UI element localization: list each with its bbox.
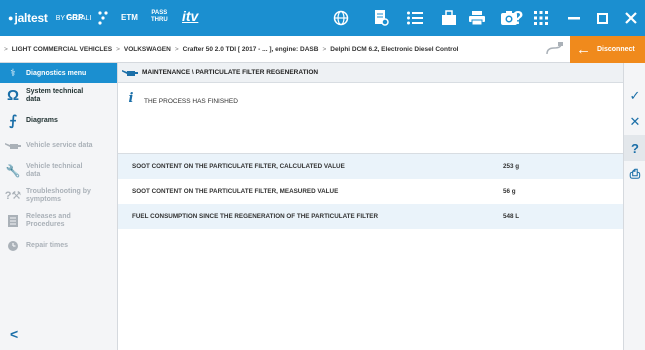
document-icon [0,214,26,227]
sidebar-header[interactable]: ⚕ Diagnostics menu [0,63,117,83]
cross-icon: ✕ [629,114,641,129]
jaltest-logo: ● jaltest [0,11,48,25]
page-title: MAINTENANCE \ PARTICULATE FILTER REGENER… [142,69,319,76]
thru-label: THRU [151,17,168,23]
print-report-button[interactable]: ⎙ [624,161,645,187]
list-icon[interactable] [404,8,426,28]
arrow-left-icon: ← [576,41,591,58]
pass-thru-button[interactable]: PASS THRU [151,10,168,24]
sidebar-item-vehicle-technical-data[interactable]: 🔧 Vehicle technical data [0,158,117,183]
sidebar-item-label: Vehicle service data [26,141,93,149]
maximize-button[interactable] [588,0,616,36]
breadcrumb-system[interactable]: Delphi DCM 6.2, Electronic Diesel Contro… [330,46,458,53]
sidebar-item-label: symptoms [26,195,62,203]
oil-can-icon [118,68,142,77]
breadcrumb-separator: > [116,45,120,53]
sidebar-item-diagrams[interactable]: ⨍ Diagrams [0,108,117,133]
breadcrumb-separator: > [4,45,8,53]
info-icon: i [128,91,134,106]
omega-icon: Ω [6,87,20,104]
sidebar-item-label: data [26,170,41,178]
sidebar-item-vehicle-service-data[interactable]: Vehicle service data [0,133,117,158]
sidebar-item-label: System technical [26,87,84,95]
sidebar-header-label: Diagnostics menu [26,69,87,77]
help-icon: ? [631,140,639,156]
logo-dot-icon: ● [8,13,14,23]
panel-header: MAINTENANCE \ PARTICULATE FILTER REGENER… [118,63,623,83]
top-toolbar: ● jaltest BY COJALI GRP ETM PASS THRU it… [0,0,645,36]
help-icon[interactable]: ? [512,8,524,28]
connection-dots-icon[interactable] [96,10,110,26]
apps-grid-icon[interactable] [524,0,558,36]
close-button[interactable] [617,0,645,36]
parameter-name: SOOT CONTENT ON THE PARTICULATE FILTER, … [132,188,339,195]
disconnect-label: Disconnect [597,46,635,53]
parameter-value: 56 g [503,188,516,195]
minimize-button[interactable] [560,0,588,36]
diagram-icon: ⨍ [9,112,17,128]
sidebar-item-label: data [26,95,41,103]
troubleshoot-icon: ?⚒ [4,190,22,202]
sidebar-item-label: Procedures [26,220,65,228]
sidebar-item-label: Vehicle technical [26,162,83,170]
printer-icon[interactable] [466,8,488,28]
oil-can-icon [0,141,26,150]
table-row: FUEL CONSUMPTION SINCE THE REGENERATION … [118,204,623,229]
itv-button[interactable]: itv [182,8,198,24]
clipboard-icon[interactable] [438,8,460,28]
cable-connection-icon [546,42,563,55]
document-search-icon[interactable] [370,8,392,28]
cancel-button[interactable]: ✕ [624,109,645,135]
globe-icon[interactable] [330,8,352,28]
sidebar-item-troubleshooting[interactable]: ?⚒ Troubleshooting by symptoms [0,183,117,208]
action-bar: ✓ ✕ ? ⎙ [623,63,645,350]
brand-name: jaltest [14,11,48,25]
grp-button[interactable]: GRP [66,13,83,22]
status-message: i THE PROCESS HAS FINISHED [118,83,623,153]
breadcrumb-vehicle-type[interactable]: LIGHT COMMERCIAL VEHICLES [12,46,112,53]
help-button[interactable]: ? [624,135,645,161]
sidebar-item-system-technical-data[interactable]: Ω System technical data [0,83,117,108]
parameter-value: 253 g [503,163,520,170]
sidebar-item-label: Troubleshooting by [26,187,91,195]
status-message-text: THE PROCESS HAS FINISHED [144,98,238,105]
parameter-name: FUEL CONSUMPTION SINCE THE REGENERATION … [132,213,379,220]
collapse-sidebar-icon[interactable]: < [10,326,18,342]
parameter-name: SOOT CONTENT ON THE PARTICULATE FILTER, … [132,163,345,170]
pass-label: PASS [151,10,168,16]
results-table: SOOT CONTENT ON THE PARTICULATE FILTER, … [118,153,623,229]
sidebar-item-label: Repair times [26,241,69,249]
clock-gear-icon [0,240,26,252]
print-icon: ⎙ [629,166,641,181]
sidebar: ⚕ Diagnostics menu Ω System technical dat… [0,63,118,350]
disconnect-button[interactable]: ← Disconnect [570,36,645,63]
diagnostics-icon: ⚕ [10,67,16,79]
parameter-value: 548 L [503,213,520,220]
breadcrumb-separator: > [174,45,179,53]
wrench-icon: 🔧 [5,163,21,178]
etm-button[interactable]: ETM [121,13,138,22]
main-panel: MAINTENANCE \ PARTICULATE FILTER REGENER… [118,63,623,350]
sidebar-item-releases-procedures[interactable]: Releases and Procedures [0,208,117,233]
check-icon: ✓ [629,88,641,103]
breadcrumb-brand[interactable]: VOLKSWAGEN [124,46,171,53]
sidebar-item-repair-times[interactable]: Repair times [0,233,117,258]
sidebar-item-label: Diagrams [26,116,58,124]
confirm-button[interactable]: ✓ [624,83,645,109]
sidebar-item-label: Releases and [26,212,71,220]
breadcrumb-separator: > [322,45,327,53]
breadcrumb-model[interactable]: Crafter 50 2.0 TDI [ 2017 - ... ], engin… [183,46,319,53]
table-row: SOOT CONTENT ON THE PARTICULATE FILTER, … [118,154,623,179]
table-row: SOOT CONTENT ON THE PARTICULATE FILTER, … [118,179,623,204]
